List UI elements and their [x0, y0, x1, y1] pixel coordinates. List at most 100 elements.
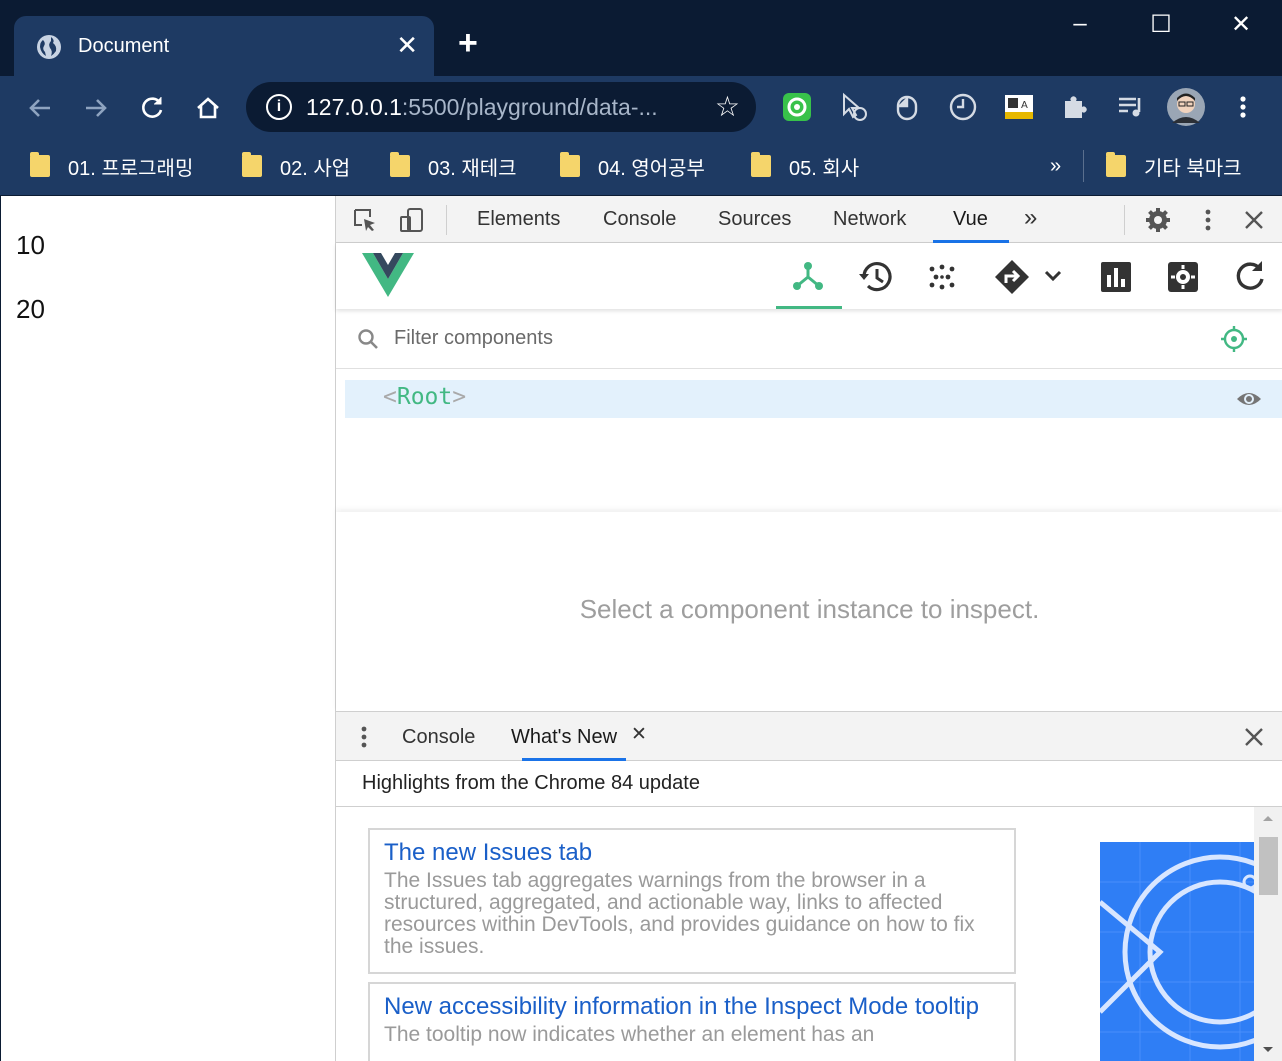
browser-toolbar: i 127.0.0.1:5500/playground/data-... ☆ A: [0, 76, 1282, 138]
mouse-extension-icon[interactable]: [890, 90, 924, 124]
news-card[interactable]: The new Issues tab The Issues tab aggreg…: [368, 828, 1016, 974]
site-info-icon[interactable]: i: [266, 94, 292, 120]
performance-chart-icon[interactable]: [1094, 255, 1138, 299]
address-bar[interactable]: i 127.0.0.1:5500/playground/data-... ☆: [246, 82, 756, 132]
cursor-extension-icon[interactable]: [836, 90, 870, 124]
drawer-tabbar: Console What's New ✕: [336, 711, 1282, 761]
eye-icon[interactable]: [1235, 386, 1263, 412]
news-card-description: The tooltip now indicates whether an ele…: [384, 1023, 875, 1046]
url-text[interactable]: 127.0.0.1:5500/playground/data-...: [306, 94, 658, 121]
other-bookmarks-folder[interactable]: 기타 북마크: [1106, 148, 1242, 184]
drawer-tab-whats-new[interactable]: What's New: [511, 726, 617, 749]
tab-sources[interactable]: Sources: [718, 208, 791, 231]
drawer-tab-console[interactable]: Console: [402, 726, 475, 749]
page-value: 20: [16, 294, 45, 324]
scrollbar-thumb[interactable]: [1259, 837, 1278, 895]
tab-console[interactable]: Console: [603, 208, 676, 231]
news-card-title[interactable]: The new Issues tab: [384, 838, 1000, 868]
inspect-placeholder-message: Select a component instance to inspect.: [579, 594, 1040, 624]
whats-new-content: The new Issues tab The Issues tab aggreg…: [336, 807, 1282, 1061]
bookmark-folder[interactable]: 02. 사업: [242, 148, 350, 184]
close-drawer-icon[interactable]: [1243, 726, 1265, 748]
whats-new-scrollbar[interactable]: [1254, 807, 1282, 1061]
home-button[interactable]: [188, 88, 228, 128]
close-whats-new-tab-button[interactable]: ✕: [631, 723, 647, 746]
home-icon: [197, 97, 219, 119]
devtools-menu-icon[interactable]: [1194, 206, 1222, 234]
reload-icon: [142, 97, 163, 118]
timeline-history-icon[interactable]: [854, 255, 898, 299]
component-tree-area: [336, 418, 1282, 510]
back-button[interactable]: [20, 88, 60, 128]
devtools-panel: Elements Console Sources Network Vue » F…: [335, 196, 1282, 1061]
window-close-button[interactable]: ✕: [1221, 10, 1261, 39]
minimize-button[interactable]: –: [1060, 10, 1100, 38]
translate-extension-icon[interactable]: A: [1002, 90, 1036, 124]
search-icon: [358, 329, 378, 349]
component-inspector: Select a component instance to inspect.: [336, 512, 1282, 712]
tab-title: Document: [78, 35, 170, 57]
news-card-description: The Issues tab aggregates warnings from …: [384, 869, 975, 958]
vue-settings-icon[interactable]: [1161, 255, 1205, 299]
maximize-button[interactable]: ☐: [1141, 10, 1181, 39]
tab-divider: [1124, 205, 1125, 235]
filter-components-row: Filter components: [336, 309, 1282, 369]
media-playlist-icon[interactable]: [1114, 90, 1148, 124]
bookmarks-bar: 01. 프로그래밍 02. 사업 03. 재테크 04. 영어공부 05. 회사…: [0, 138, 1282, 196]
folder-icon: [1106, 152, 1126, 177]
whats-new-title: Highlights from the Chrome 84 update: [362, 772, 700, 794]
news-card-title[interactable]: New accessibility information in the Ins…: [384, 992, 1000, 1022]
bookmark-folder[interactable]: 01. 프로그래밍: [30, 148, 193, 184]
tab-close-button[interactable]: ✕: [396, 30, 418, 60]
close-devtools-icon[interactable]: [1242, 208, 1266, 232]
inspect-element-icon[interactable]: [352, 207, 378, 233]
bookmark-star-icon[interactable]: ☆: [715, 90, 740, 123]
more-vertical-icon[interactable]: [1226, 90, 1260, 124]
tab-divider: [446, 205, 447, 235]
device-toggle-icon[interactable]: [398, 206, 426, 234]
more-tabs-button[interactable]: »: [1024, 204, 1037, 232]
tab-vue[interactable]: Vue: [953, 208, 988, 231]
bookmark-folder[interactable]: 04. 영어공부: [560, 148, 705, 184]
arrow-right-icon: [86, 99, 107, 117]
components-tree-icon[interactable]: [786, 255, 830, 299]
blueprint-illustration: [1100, 842, 1254, 1061]
vuex-dots-icon[interactable]: [920, 255, 964, 299]
bookmark-folder[interactable]: 05. 회사: [751, 148, 859, 184]
browser-tab[interactable]: Document ✕: [14, 16, 434, 76]
vue-logo-icon: [362, 253, 414, 297]
whats-new-header: Highlights from the Chrome 84 update: [336, 761, 1282, 807]
root-component-tag: <Root>: [383, 384, 467, 410]
chevron-down-icon[interactable]: [1042, 265, 1064, 287]
folder-icon: [30, 152, 50, 177]
forward-button[interactable]: [76, 88, 116, 128]
vue-toolbar: [336, 243, 1282, 309]
reload-button[interactable]: [132, 88, 172, 128]
new-tab-button[interactable]: +: [458, 26, 478, 60]
routing-icon[interactable]: [992, 255, 1032, 299]
news-card[interactable]: New accessibility information in the Ins…: [368, 982, 1016, 1061]
clock-extension-icon[interactable]: [946, 90, 980, 124]
tab-network[interactable]: Network: [833, 208, 906, 231]
folder-icon: [751, 152, 771, 177]
select-component-target-icon[interactable]: [1220, 325, 1248, 353]
extension-green-icon[interactable]: [780, 90, 814, 124]
globe-icon: [37, 35, 61, 59]
settings-gear-icon[interactable]: [1144, 206, 1172, 234]
scroll-up-arrow-icon[interactable]: [1261, 813, 1275, 823]
svg-text:A: A: [1021, 100, 1028, 111]
refresh-icon[interactable]: [1228, 255, 1272, 299]
bookmark-folder[interactable]: 03. 재테크: [390, 148, 517, 184]
scroll-down-arrow-icon[interactable]: [1261, 1045, 1275, 1055]
puzzle-extension-icon[interactable]: [1058, 90, 1092, 124]
arrow-left-icon: [29, 99, 50, 117]
profile-avatar[interactable]: [1166, 87, 1206, 127]
page-content: 10 20: [0, 196, 335, 1061]
tab-elements[interactable]: Elements: [477, 208, 560, 231]
folder-icon: [242, 152, 262, 177]
bookmarks-overflow-button[interactable]: »: [1050, 148, 1061, 184]
component-tree-row-root[interactable]: <Root>: [345, 380, 1282, 418]
bookmarks-divider: [1083, 150, 1084, 182]
filter-components-input[interactable]: Filter components: [394, 327, 553, 350]
drawer-menu-icon[interactable]: [354, 724, 374, 750]
